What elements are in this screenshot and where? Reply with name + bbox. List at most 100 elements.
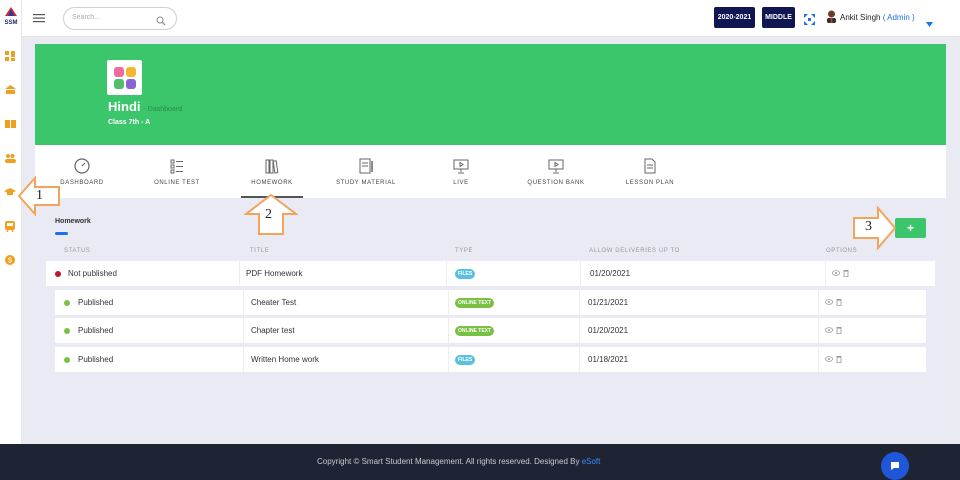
trash-icon[interactable]: [843, 269, 849, 279]
tab-label: QUESTION BANK: [527, 180, 585, 186]
trash-icon[interactable]: [836, 326, 842, 336]
eye-icon[interactable]: [832, 269, 840, 278]
hamburger-menu-icon[interactable]: [33, 11, 45, 23]
chat-button[interactable]: [881, 452, 909, 480]
chevron-down-icon[interactable]: [926, 14, 933, 27]
tab-online-test[interactable]: ONLINE TEST: [147, 145, 207, 198]
type-badge: FILES: [455, 354, 476, 365]
tab-question-bank[interactable]: QUESTION BANK: [523, 145, 589, 198]
avatar[interactable]: [826, 10, 837, 23]
annotation-arrow-right: [853, 206, 896, 250]
user-role: ( Admin ): [882, 13, 915, 22]
annotation-number: 2: [265, 207, 272, 222]
type-badge: FILES: [455, 268, 476, 279]
coin-icon[interactable]: $: [3, 253, 17, 267]
subject-name: Hindi: [108, 99, 141, 114]
status-text: Not published: [68, 269, 117, 278]
class-label: Class 7th - A: [108, 119, 151, 126]
breadcrumb[interactable]: - Dashboard: [144, 106, 183, 113]
books-icon: [263, 157, 281, 175]
annotation-number: 3: [865, 219, 872, 234]
options-cell: [832, 261, 849, 286]
status-text: Published: [78, 355, 114, 364]
date-cell: 01/18/2021: [588, 355, 629, 364]
level-button[interactable]: MIDDLE: [762, 7, 795, 28]
dashboard-icon[interactable]: [3, 49, 17, 63]
tab-label: DASHBOARD: [60, 180, 104, 186]
sidebar: SSM $: [0, 0, 22, 444]
title-cell[interactable]: Written Home work: [251, 347, 319, 372]
date-cell: 01/21/2021: [588, 298, 629, 307]
status-cell: Published: [64, 318, 113, 343]
chat-icon: [891, 462, 899, 470]
user-name-text: Ankit Singh: [840, 13, 881, 22]
search-input[interactable]: [72, 14, 152, 21]
svg-text:$: $: [8, 258, 12, 265]
type-cell: FILES: [455, 347, 476, 372]
type-cell: ONLINE TEXT: [455, 318, 495, 343]
eye-icon[interactable]: [825, 355, 833, 364]
bus-icon[interactable]: [3, 219, 17, 233]
annotation-number: 1: [36, 188, 43, 203]
type-cell: ONLINE TEXT: [455, 290, 495, 315]
trash-icon[interactable]: [836, 298, 842, 308]
tab-homework[interactable]: HOMEWORK: [241, 145, 303, 198]
eye-icon[interactable]: [825, 298, 833, 307]
users-icon[interactable]: [3, 151, 17, 165]
fullscreen-icon[interactable]: [804, 12, 815, 25]
tab-lesson-plan[interactable]: LESSON PLAN: [621, 145, 679, 198]
column-header-deliveries: ALLOW DELIVERIES UP TO: [589, 248, 680, 254]
subject-banner: Hindi - Dashboard Class 7th - A: [35, 44, 946, 145]
footer-brand-link[interactable]: eSoft: [582, 457, 601, 466]
search-icon[interactable]: [156, 13, 166, 26]
search-box: [63, 7, 177, 30]
svg-text:SSM: SSM: [4, 20, 17, 26]
ssm-logo[interactable]: SSM: [1, 6, 21, 26]
trash-icon[interactable]: [836, 355, 842, 365]
tab-label: ONLINE TEST: [154, 180, 200, 186]
books-icon[interactable]: [3, 117, 17, 131]
table-row[interactable]: Published Chapter test ONLINE TEXT 01/20…: [55, 318, 926, 343]
status-dot: [64, 327, 70, 334]
options-cell: [825, 290, 842, 315]
table-row[interactable]: Not published PDF Homework FILES 01/20/2…: [46, 261, 935, 286]
title-cell[interactable]: Cheater Test: [251, 290, 296, 315]
status-text: Published: [78, 326, 114, 335]
tab-live[interactable]: LIVE: [441, 145, 481, 198]
add-homework-button[interactable]: +: [895, 218, 926, 238]
type-cell: FILES: [455, 261, 476, 286]
subject-apps-icon: [107, 60, 142, 95]
status-dot: [64, 356, 70, 363]
title-cell[interactable]: Chapter test: [251, 318, 295, 343]
subject-tabs: DASHBOARD ONLINE TEST HOMEWORK STUDY MAT…: [35, 145, 946, 198]
tab-label: HOMEWORK: [251, 180, 293, 186]
date-cell: 01/20/2021: [590, 269, 631, 278]
options-cell: [825, 318, 842, 343]
status-cell: Not published: [55, 261, 117, 286]
table-row[interactable]: Published Written Home work FILES 01/18/…: [55, 347, 926, 372]
column-header-type: TYPE: [455, 248, 474, 254]
options-cell: [825, 347, 842, 372]
tab-label: STUDY MATERIAL: [336, 180, 396, 186]
user-name[interactable]: Ankit Singh ( Admin ): [840, 13, 915, 22]
board-icon: [547, 157, 565, 175]
bank-icon[interactable]: [3, 83, 17, 97]
session-year-button[interactable]: 2020-2021: [714, 7, 755, 28]
tab-study-material[interactable]: STUDY MATERIAL: [331, 145, 401, 198]
eye-icon[interactable]: [825, 326, 833, 335]
footer: Copyright © Smart Student Management. Al…: [0, 444, 960, 480]
presentation-icon: [452, 157, 470, 175]
tab-dashboard[interactable]: DASHBOARD: [55, 145, 109, 198]
footer-text: Copyright © Smart Student Management. Al…: [317, 457, 600, 466]
status-dot: [64, 299, 70, 306]
column-header-status: STATUS: [64, 248, 91, 254]
status-cell: Published: [64, 347, 113, 372]
section-title: Homework: [55, 218, 91, 225]
graduation-cap-icon[interactable]: [3, 185, 17, 199]
title-cell[interactable]: PDF Homework: [246, 261, 302, 286]
notebook-icon: [357, 157, 375, 175]
checklist-icon: [168, 157, 186, 175]
topbar: 2020-2021 MIDDLE Ankit Singh ( Admin ): [22, 0, 960, 37]
tab-label: LESSON PLAN: [625, 180, 675, 186]
table-row[interactable]: Published Cheater Test ONLINE TEXT 01/21…: [55, 290, 926, 315]
